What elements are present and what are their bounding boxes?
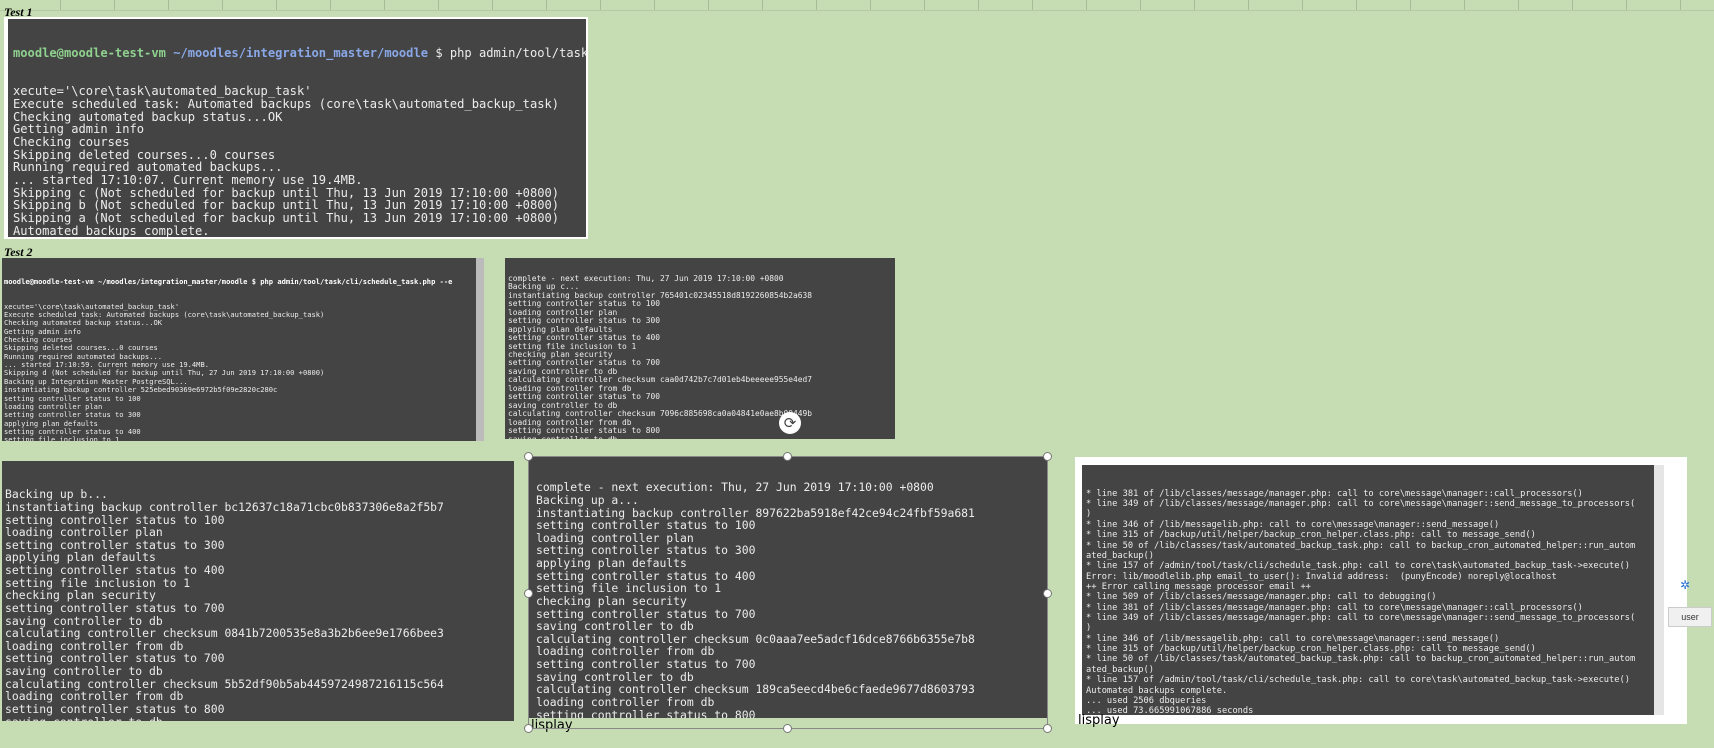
resize-handle-e[interactable] bbox=[1043, 589, 1052, 598]
output-line: loading controller plan bbox=[5, 525, 163, 540]
resize-handle-w[interactable] bbox=[524, 589, 533, 598]
output-line: Error: lib/moodlelib.php email_to_user()… bbox=[1086, 571, 1557, 582]
prompt-line: moodle@moodle-test-vm ~/moodles/integrat… bbox=[4, 276, 453, 286]
output-line: Checking courses bbox=[13, 134, 130, 149]
terminal-output: xecute='\core\task\automated_backup_task… bbox=[4, 302, 474, 441]
side-tab[interactable]: user bbox=[1668, 607, 1712, 627]
rotate-icon[interactable]: ⟳ bbox=[779, 412, 801, 434]
output-line: * line 381 of /lib/classes/message/manag… bbox=[1086, 488, 1583, 499]
gear-icon[interactable]: ✲ bbox=[1680, 578, 1692, 592]
terminal-test1[interactable]: moodle@moodle-test-vm ~/moodles/integrat… bbox=[4, 17, 588, 239]
resize-handle-se[interactable] bbox=[1043, 724, 1052, 733]
output-line: * line 381 of /lib/classes/message/manag… bbox=[1086, 602, 1583, 613]
resize-handle-s[interactable] bbox=[783, 724, 792, 733]
output-line: setting file inclusion to 1 bbox=[4, 435, 120, 441]
output-line: ++ Error calling message processor email… bbox=[1086, 581, 1311, 592]
output-line: * line 349 of /lib/classes/message/manag… bbox=[1086, 613, 1636, 624]
output-line: * line 346 of /lib/messagelib.php: call … bbox=[1086, 633, 1500, 644]
output-line: saving controller to db bbox=[5, 664, 163, 678]
output-line: saving controller to db bbox=[5, 715, 511, 721]
output-line: * line 157 of /admin/tool/task/cli/sched… bbox=[1086, 561, 1630, 572]
output-line: * line 50 of /lib/classes/task/automated… bbox=[1086, 540, 1636, 551]
output-line: checking plan security bbox=[5, 588, 156, 603]
prompt-line: moodle@moodle-test-vm ~/moodles/integrat… bbox=[13, 46, 588, 61]
output-line: setting controller status to 700 bbox=[5, 600, 225, 615]
output-line: ... used 2506 dbqueries bbox=[1086, 695, 1207, 706]
output-line: Execute scheduled task: Automated backup… bbox=[13, 96, 560, 111]
terminal-output: Backing up b... instantiating backup cont… bbox=[5, 488, 511, 721]
terminal-test2-part5[interactable]: * line 381 of /lib/classes/message/manag… bbox=[1080, 465, 1664, 715]
output-line: ated_backup() bbox=[1086, 550, 1154, 561]
output-line: Running required automated backups... bbox=[13, 160, 283, 175]
terminal-test2-part3[interactable]: Backing up b... instantiating backup cont… bbox=[2, 461, 514, 721]
resize-handle-ne[interactable] bbox=[1043, 452, 1052, 461]
terminal-test2-part2[interactable]: complete - next execution: Thu, 27 Jun 2… bbox=[505, 258, 895, 439]
output-line: * line 509 of /lib/classes/message/manag… bbox=[1086, 592, 1437, 603]
output-line: ... used 27 dbqueries bbox=[13, 237, 166, 238]
resize-handle-sw[interactable] bbox=[524, 724, 533, 733]
terminal-output: xecute='\core\task\automated_backup_task… bbox=[13, 85, 581, 238]
terminal-test2-part1[interactable]: moodle@moodle-test-vm ~/moodles/integrat… bbox=[2, 258, 484, 441]
output-line: * line 315 of /backup/util/helper/backup… bbox=[1086, 530, 1536, 541]
output-line: * line 346 of /lib/messagelib.php: call … bbox=[1086, 519, 1500, 530]
output-line: saving controller to db bbox=[508, 435, 892, 439]
output-line: calculating controller checksum 0841b720… bbox=[5, 626, 444, 641]
output-line: * line 349 of /lib/classes/message/manag… bbox=[1086, 499, 1636, 510]
output-line: * line 157 of /admin/tool/task/cli/sched… bbox=[1086, 675, 1630, 686]
terminal-output: complete - next execution: Thu, 27 Jun 2… bbox=[508, 274, 892, 439]
output-line: loading controller from db bbox=[5, 689, 184, 704]
terminal-output: * line 381 of /lib/classes/message/manag… bbox=[1086, 489, 1650, 715]
output-line: Getting admin info bbox=[13, 122, 145, 137]
resize-handle-n[interactable] bbox=[783, 452, 792, 461]
output-line: * line 50 of /lib/classes/task/automated… bbox=[1086, 654, 1636, 665]
output-line: Getting admin info bbox=[4, 326, 81, 336]
resize-handle-nw[interactable] bbox=[524, 452, 533, 461]
clipped-text: lisplay bbox=[1078, 713, 1120, 728]
output-line: * line 315 of /backup/util/helper/backup… bbox=[1086, 644, 1536, 655]
output-line: ... used 73.665991067886 seconds bbox=[1086, 706, 1254, 715]
output-line: ... started 17:10:07. Current memory use… bbox=[13, 172, 363, 187]
output-line: ) bbox=[1086, 623, 1092, 634]
output-line: ated_backup() bbox=[1086, 664, 1154, 675]
selection-frame[interactable] bbox=[528, 456, 1048, 729]
output-line: Skipping a (Not scheduled for backup unt… bbox=[13, 210, 560, 225]
output-line: Automated backups complete. bbox=[1086, 685, 1228, 696]
output-line: Backing up b... bbox=[5, 487, 108, 502]
output-line: Skipping b (Not scheduled for backup unt… bbox=[13, 198, 560, 213]
output-line: setting controller status to 800 bbox=[5, 701, 225, 716]
output-line: instantiating backup controller bc12637c… bbox=[5, 499, 444, 514]
output-line: ) bbox=[1086, 509, 1092, 520]
spreadsheet-grid-header bbox=[0, 0, 1714, 11]
output-line: setting controller status to 400 bbox=[5, 563, 225, 577]
